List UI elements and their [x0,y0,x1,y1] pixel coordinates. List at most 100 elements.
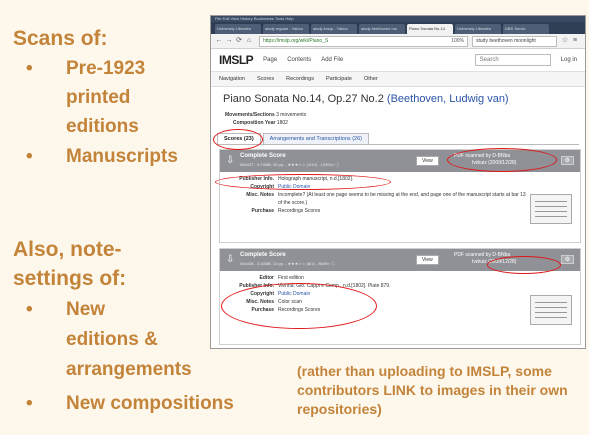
score-tabs: Scores (23) Arrangements and Transcripti… [217,133,371,144]
page-title: Piano Sonata No.14, Op.27 No.2 (Beethove… [223,93,509,105]
browser-tab[interactable]: University Libraries [455,24,501,34]
login-link[interactable]: Log in [561,57,577,63]
bullet-text-printed: printed [66,87,131,108]
browser-search[interactable]: study beethoven moonlight [472,35,557,47]
nav-recordings[interactable]: Recordings [286,76,314,82]
info-label: Publisher Info. [239,283,274,289]
home-icon[interactable]: ⌂ [245,37,253,45]
tab-scores[interactable]: Scores (23) [217,133,261,144]
nav-scores[interactable]: Scores [257,76,274,82]
info-label: Editor [259,275,274,281]
info-label: Copyright [250,291,274,297]
info-value: Holograph manuscript, n.d.[1802]. [278,176,354,182]
zoom-level: 100% [451,37,464,44]
pdf-line: PDF scanned by D-BNba [454,153,511,159]
contents-button[interactable]: Contents [287,57,311,63]
nav-participate[interactable]: Participate [326,76,352,82]
score-file-info: #54437 - 4.74MB, 32 pp. - ★★★☆☆ (1/10) -… [240,162,340,167]
heading-settings-of: settings of: [13,267,127,290]
pdf-line: Ivdruiz (2009/12/28) [472,259,517,265]
bullet-text-new: New [66,299,106,320]
pdf-scanned-by: PDF scanned by D-BNba Ivdruiz (2009/12/28… [454,153,516,167]
imslp-logo[interactable]: IMSLP [219,53,254,67]
composer-link[interactable]: (Beethoven, Ludwig van) [387,93,509,105]
bullet: • [26,146,33,167]
bullet: • [26,393,33,414]
score-thumbnail[interactable] [530,295,572,325]
bullet-text-pre1923: Pre-1923 [66,58,146,79]
score-info: Editor First edition Publisher Info. Vienn… [220,271,580,317]
meta-value: 1802 [276,120,288,126]
staff-line [535,317,567,318]
gear-icon[interactable]: ⚙ [560,156,574,165]
browser-toolbar: ← → ⟳ ⌂ https://imslp.org/wiki/Piano_S 10… [211,34,585,49]
info-label: Misc. Notes [246,192,274,198]
browser-tab-active[interactable]: Piano Sonata No.14 [407,24,453,34]
browser-tab[interactable]: study imslp - Yahoo [311,24,357,34]
score-title[interactable]: Complete Score [240,153,286,159]
info-row: Misc. Notes Incomplete? (At least one pag… [224,191,574,207]
imslp-search-input[interactable]: Search [474,54,551,66]
bullet: • [26,58,33,79]
star-icon[interactable]: ☆ [561,37,569,45]
download-icon[interactable]: ⇩ [226,254,234,266]
imslp-header: IMSLP Page Contents Add File Search Log … [211,49,585,72]
view-button[interactable]: View [416,156,439,166]
bullet-text-editions-amp: editions & [66,329,158,350]
gear-icon[interactable]: ⚙ [560,255,574,264]
info-label: Misc. Notes [246,299,274,305]
staff-line [535,312,567,313]
browser-tab[interactable]: study regular - Yahoo [263,24,309,34]
info-label: Purchase [251,307,274,313]
browser-tab[interactable]: study beethoven mo [359,24,405,34]
reload-icon[interactable]: ⟳ [235,37,243,45]
info-value: First edition [278,275,304,281]
info-value: Vienna: Gio. Cappi e Comp., n.d.[1802]. … [278,283,391,289]
bullet-text-new-compositions: New compositions [66,393,234,414]
score-card: ⇩ Complete Score #54437 - 4.74MB, 32 pp.… [219,149,581,243]
score-card-header: ⇩ Complete Score #54437 - 4.74MB, 32 pp.… [220,150,580,172]
work-title: Piano Sonata No.14, Op.27 No.2 [223,93,384,105]
heading-also-note: Also, note- [13,238,122,261]
info-label: Purchase [251,208,274,214]
staff-line [535,216,567,217]
note-text: (rather than uploading to IMSLP, some co… [297,363,568,417]
score-file-info: #54438 - 3.34MB, 13 pp. - ★★★☆☆ (8/1) - … [240,261,335,266]
staff-line [535,302,567,303]
info-value[interactable]: Public Domain [278,183,574,191]
info-value: Incomplete? (At least one page seems to … [278,192,526,206]
url-bar[interactable]: https://imslp.org/wiki/Piano_S 100% [259,35,468,47]
score-info: Publisher Info. Holograph manuscript, n.d… [220,172,580,218]
imslp-nav: Navigation Scores Recordings Participate… [211,72,585,87]
page-button[interactable]: Page [263,57,277,63]
bullet: • [26,299,33,320]
url-text: https://imslp.org/wiki/Piano_S [263,37,329,44]
staff-line [535,211,567,212]
nav-other[interactable]: Other [364,76,378,82]
bullet-text-arrangements: arrangements [66,359,192,380]
tab-arrangements[interactable]: Arrangements and Transcriptions (26) [262,133,369,144]
menu-icon[interactable]: ≡ [571,37,579,45]
info-row: Misc. Notes Color scan [224,298,574,306]
work-meta: Movements/Sections 3 movements Compositi… [225,111,306,127]
meta-label: Composition Year [233,120,276,126]
imslp-screenshot: File Edit View History Bookmarks Tools H… [210,15,586,349]
info-row: Publisher Info. Holograph manuscript, n.d… [224,175,574,183]
add-file-button[interactable]: Add File [321,57,343,63]
browser-tab[interactable]: DBS Servic [503,24,549,34]
forward-icon[interactable]: → [225,37,233,45]
score-card: ⇩ Complete Score #54438 - 3.34MB, 13 pp.… [219,248,581,345]
nav-navigation[interactable]: Navigation [219,76,245,82]
info-row: Purchase Recordings Scores [224,207,574,215]
view-button[interactable]: View [416,255,439,265]
meta-label: Movements/Sections [225,112,275,118]
score-title[interactable]: Complete Score [240,252,286,258]
info-label: Copyright [250,184,274,190]
back-icon[interactable]: ← [215,37,223,45]
score-thumbnail[interactable] [530,194,572,224]
info-row: Copyright Public Domain [224,183,574,191]
browser-tab[interactable]: University Libraries [215,24,261,34]
score-card-header: ⇩ Complete Score #54438 - 3.34MB, 13 pp.… [220,249,580,271]
info-row: Publisher Info. Vienna: Gio. Cappi e Comp… [224,282,574,290]
download-icon[interactable]: ⇩ [226,155,234,167]
